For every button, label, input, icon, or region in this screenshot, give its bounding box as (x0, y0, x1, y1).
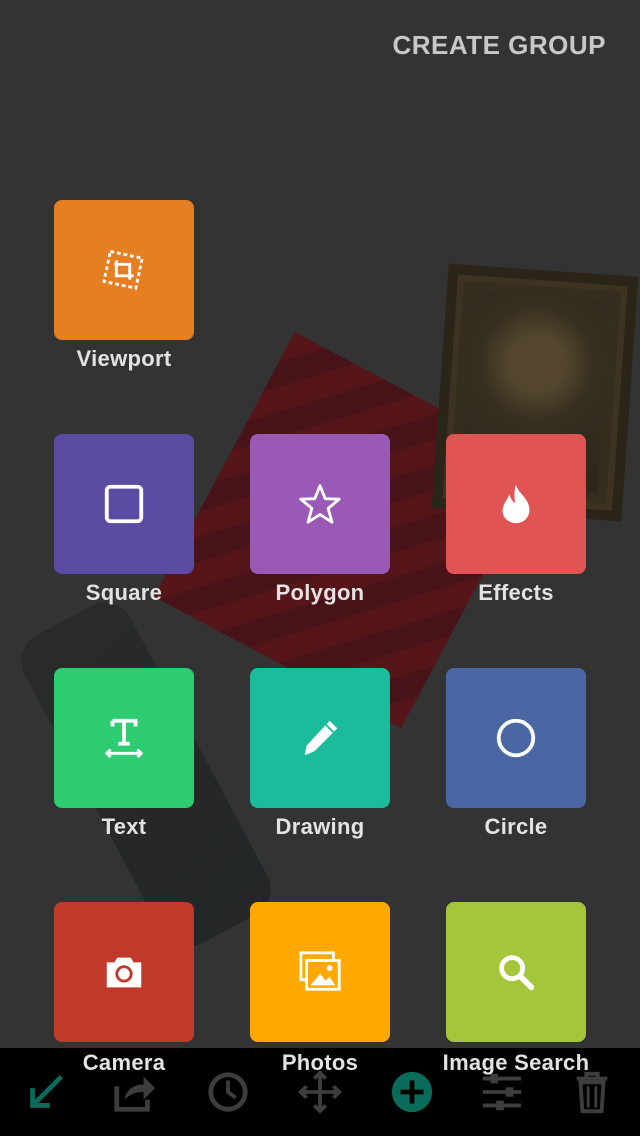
crop-icon (102, 249, 144, 290)
viewport-label: Viewport (76, 346, 172, 371)
effects-label: Effects (478, 580, 554, 605)
photos-icon (299, 951, 341, 991)
text-label: Text (101, 814, 147, 839)
circle-icon (496, 718, 536, 758)
drawing-button[interactable] (250, 668, 390, 808)
camera-icon (106, 957, 142, 988)
circle-label: Circle (484, 814, 548, 839)
photos-button[interactable] (250, 902, 390, 1042)
fire-icon (502, 484, 530, 524)
viewport-button[interactable] (54, 200, 194, 340)
square-icon (104, 484, 144, 524)
image-search-label: Image Search (442, 1050, 590, 1075)
effects-button[interactable] (446, 434, 586, 574)
text-button[interactable] (54, 668, 194, 808)
drawing-label: Drawing (275, 814, 365, 839)
pencil-icon (304, 720, 338, 756)
camera-label: Camera (82, 1050, 166, 1075)
text-icon (104, 718, 144, 759)
camera-button[interactable] (54, 902, 194, 1042)
circle-button[interactable] (446, 668, 586, 808)
page-title: CREATE GROUP (392, 30, 606, 60)
star-icon (299, 484, 341, 524)
polygon-label: Polygon (275, 580, 365, 605)
photos-label: Photos (281, 1050, 359, 1075)
square-button[interactable] (54, 434, 194, 574)
square-label: Square (85, 580, 163, 605)
polygon-button[interactable] (250, 434, 390, 574)
image-search-button[interactable] (446, 902, 586, 1042)
search-icon (499, 955, 535, 991)
